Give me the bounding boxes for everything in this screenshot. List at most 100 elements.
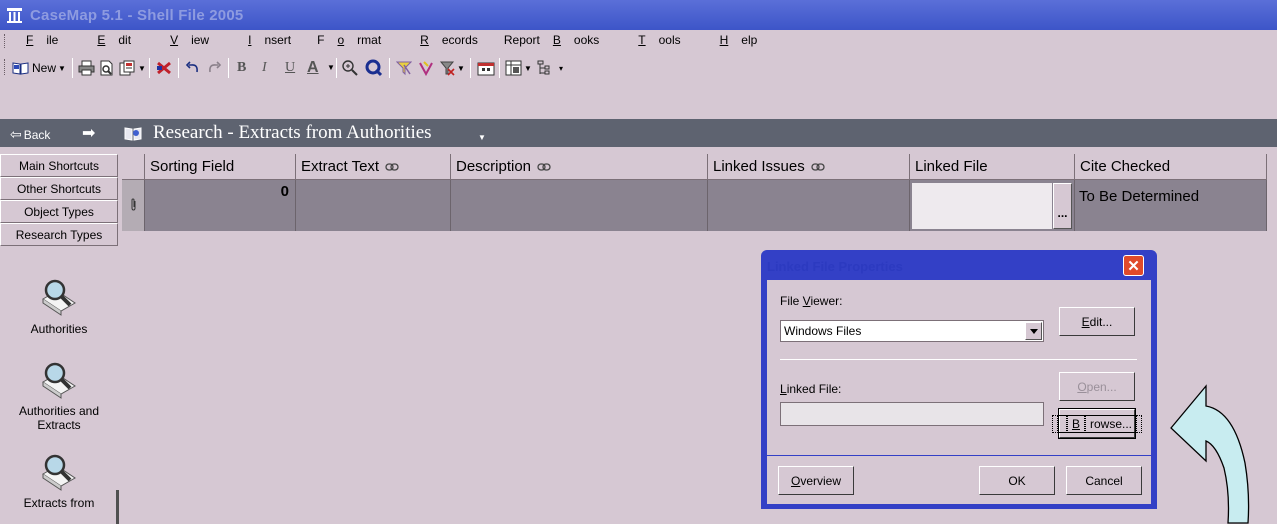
cell-cite-checked[interactable]: To Be Determined xyxy=(1075,180,1267,231)
sidebar-item-authorities-and-extracts[interactable]: Authorities and Extracts xyxy=(0,360,118,432)
sidebar-item-label: Extracts from xyxy=(23,496,95,510)
back-button[interactable]: ⇦ Back xyxy=(10,126,50,143)
toolbar-separator xyxy=(336,58,337,78)
menu-records[interactable]: Records xyxy=(407,33,491,47)
redo-button[interactable] xyxy=(206,60,222,76)
query-button[interactable] xyxy=(365,59,383,77)
linked-file-editor[interactable] xyxy=(912,183,1052,229)
file-viewer-value: Windows Files xyxy=(784,324,862,338)
column-header-cite-checked[interactable]: Cite Checked xyxy=(1075,154,1267,180)
menu-edit[interactable]: Edit xyxy=(84,33,144,47)
dialog-body: File Viewer: Windows Files Edit... Linke… xyxy=(767,280,1151,504)
cell-linked-file[interactable]: ... xyxy=(910,180,1075,231)
menu-insert[interactable]: Insert xyxy=(235,33,304,47)
zoom-in-icon xyxy=(342,60,358,76)
dialog-separator xyxy=(780,359,1137,360)
linked-file-input[interactable] xyxy=(780,402,1044,426)
forward-arrow-icon[interactable]: ➡ xyxy=(82,123,95,143)
clear-filter-button[interactable]: ▼ xyxy=(439,60,465,76)
new-button[interactable]: New ▼ xyxy=(12,60,66,76)
menu-view[interactable]: View xyxy=(157,33,222,47)
zoom-button[interactable] xyxy=(342,60,358,76)
column-header-linked-issues[interactable]: Linked Issues xyxy=(708,154,910,180)
report-button[interactable]: ▼ xyxy=(119,60,146,76)
close-icon[interactable]: ✕ xyxy=(1123,255,1144,276)
sidebar-object-types[interactable]: Object Types xyxy=(0,200,118,223)
chevron-down-icon[interactable]: ▼ xyxy=(58,64,66,73)
sidebar-item-extracts-from[interactable]: Extracts from xyxy=(0,452,118,510)
column-header-extract-text[interactable]: Extract Text xyxy=(296,154,451,180)
edit-button[interactable]: Edit... xyxy=(1059,307,1135,336)
toolbar-separator xyxy=(149,58,150,78)
chevron-down-icon[interactable]: ▾ xyxy=(559,64,563,73)
calendar-button[interactable] xyxy=(477,60,495,76)
linked-file-label: Linked File: xyxy=(780,382,842,396)
bold-button[interactable]: B xyxy=(237,60,246,76)
file-viewer-select[interactable]: Windows Files xyxy=(780,320,1044,342)
delete-button[interactable] xyxy=(156,60,172,76)
sidebar-item-authorities[interactable]: Authorities xyxy=(0,277,118,336)
spreadsheet-button[interactable]: ▼ xyxy=(505,60,532,76)
file-viewer-label: File Viewer: xyxy=(780,294,843,308)
linked-file-browse-button[interactable]: ... xyxy=(1053,183,1072,229)
toolbar-separator xyxy=(178,58,179,78)
toolbar-separator xyxy=(72,58,73,78)
menu-tools[interactable]: Tools xyxy=(625,33,693,47)
toolbar-grip[interactable] xyxy=(4,59,7,75)
sidebar-other-shortcuts[interactable]: Other Shortcuts xyxy=(0,177,118,200)
chevron-down-icon[interactable]: ▼ xyxy=(327,63,335,72)
chevron-down-icon[interactable] xyxy=(1025,322,1042,340)
sidebar-research-types[interactable]: Research Types xyxy=(0,223,118,246)
filter-icon xyxy=(396,61,412,76)
undo-button[interactable] xyxy=(185,60,201,76)
italic-button[interactable]: I xyxy=(262,60,267,76)
book-magnifier-icon xyxy=(124,127,142,141)
menu-help[interactable]: Help xyxy=(707,33,771,47)
print-preview-icon xyxy=(100,60,113,76)
clear-filter-icon xyxy=(439,61,455,76)
open-button[interactable]: Open... xyxy=(1059,372,1135,401)
browse-button[interactable]: Browse... xyxy=(1051,408,1143,439)
magnifier-icon xyxy=(42,362,76,399)
curved-arrow-icon xyxy=(1170,384,1250,524)
row-selector[interactable] xyxy=(122,180,145,231)
ok-button[interactable]: OK xyxy=(979,466,1055,495)
sidebar-scrollbar[interactable] xyxy=(116,490,119,524)
magnifier-icon xyxy=(42,454,76,491)
report-icon xyxy=(119,60,135,76)
cell-linked-issues[interactable] xyxy=(708,180,910,231)
cite-checked-value: To Be Determined xyxy=(1079,188,1200,205)
menu-format[interactable]: Fo rmat xyxy=(317,33,394,47)
print-preview-button[interactable] xyxy=(99,60,115,76)
menu-file[interactable]: File xyxy=(13,33,71,47)
column-header-linked-file[interactable]: Linked File xyxy=(910,154,1075,180)
filter-tagged-button[interactable] xyxy=(418,60,434,76)
font-color-button[interactable]: A xyxy=(307,59,319,76)
cell-extract-text[interactable] xyxy=(296,180,451,231)
print-button[interactable] xyxy=(78,60,95,76)
chevron-down-icon[interactable]: ▼ xyxy=(457,64,465,73)
redo-icon xyxy=(209,61,222,73)
filter-tagged-icon xyxy=(419,61,433,76)
column-header-description[interactable]: Description xyxy=(451,154,708,180)
row-selector-header[interactable] xyxy=(122,154,145,180)
column-header-sorting-field[interactable]: Sorting Field xyxy=(145,154,296,180)
filter-button[interactable] xyxy=(396,60,412,76)
back-label: Back xyxy=(23,127,51,142)
menu-reportbooks[interactable]: Report Books xyxy=(504,33,612,47)
chevron-down-icon[interactable]: ▼ xyxy=(478,133,486,142)
overview-button[interactable]: Overview xyxy=(778,466,854,495)
chevron-down-icon[interactable]: ▼ xyxy=(524,64,532,73)
sidebar-main-shortcuts[interactable]: Main Shortcuts xyxy=(0,154,118,177)
chevron-down-icon[interactable]: ▼ xyxy=(138,64,146,73)
underline-button[interactable]: U xyxy=(285,60,295,76)
link-icon xyxy=(385,163,399,171)
cell-description[interactable] xyxy=(451,180,708,231)
outline-button[interactable]: ▾ xyxy=(537,60,563,76)
new-button-label: New xyxy=(32,61,57,75)
sidebar-item-label: Authorities xyxy=(30,322,88,336)
cell-sorting-field[interactable]: 0 xyxy=(145,180,296,231)
dialog-title: Linked File Properties xyxy=(767,259,903,274)
menubar-grip[interactable] xyxy=(4,34,7,48)
cancel-button[interactable]: Cancel xyxy=(1066,466,1142,495)
